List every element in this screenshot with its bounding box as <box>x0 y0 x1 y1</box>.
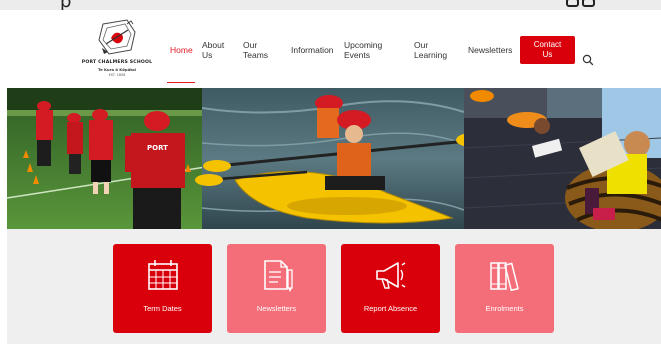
nav-home[interactable]: Home <box>170 45 193 55</box>
top-strip-icon[interactable] <box>566 0 579 7</box>
school-subtitle: Te Kura ō Kōpūtai <box>98 67 136 72</box>
top-strip-icon[interactable] <box>582 0 595 7</box>
calendar-icon <box>148 260 178 290</box>
quick-link-label: Report Absence <box>363 304 418 313</box>
nav-newsletters[interactable]: Newsletters <box>468 45 512 55</box>
quick-links-section: Term Dates Newsletters Report Absence En… <box>7 229 661 344</box>
nav-our-teams-line1: Our <box>243 40 258 50</box>
nav-about-us[interactable]: About Us <box>202 40 224 60</box>
nav-about-us-line2: Us <box>202 50 213 60</box>
books-icon <box>490 262 519 292</box>
nav-information[interactable]: Information <box>291 45 334 55</box>
school-crest-icon <box>98 19 136 55</box>
quick-link-term-dates[interactable]: Term Dates <box>113 244 212 333</box>
nav-our-learning-line1: Our <box>414 40 429 50</box>
contact-us-line1: Contact <box>533 40 562 49</box>
quick-link-label: Term Dates <box>143 304 182 313</box>
hero-shirt-text: PORT <box>147 144 168 152</box>
top-strip-text: p <box>60 0 71 10</box>
nav-upcoming-events-line2: Events <box>344 50 370 60</box>
nav-active-underline <box>167 82 195 83</box>
nav-our-teams-line2: Teams <box>243 50 269 60</box>
quick-link-label: Enrolments <box>485 304 524 313</box>
megaphone-icon <box>376 262 406 289</box>
nav-about-us-line1: About <box>202 40 225 50</box>
quick-link-enrolments[interactable]: Enrolments <box>455 244 554 333</box>
hero-banner: PORT <box>7 88 661 229</box>
document-pencil-icon <box>264 260 293 292</box>
school-est: EST. 1856 <box>108 73 126 77</box>
quick-link-newsletters[interactable]: Newsletters <box>227 244 326 333</box>
hero-collage-image: PORT <box>7 88 661 229</box>
search-icon[interactable] <box>582 54 594 66</box>
nav-our-learning[interactable]: Our Learning <box>414 40 447 60</box>
nav-our-teams[interactable]: Our Teams <box>243 40 268 60</box>
nav-upcoming-events-line1: Upcoming <box>344 40 383 50</box>
contact-us-button[interactable]: Contact Us <box>520 36 575 64</box>
quick-link-report-absence[interactable]: Report Absence <box>341 244 440 333</box>
quick-link-label: Newsletters <box>256 304 297 313</box>
school-name: PORT CHALMERS SCHOOL <box>81 60 153 65</box>
top-strip: p <box>0 0 661 10</box>
site-header: PORT CHALMERS SCHOOL Te Kura ō Kōpūtai E… <box>0 10 661 88</box>
contact-us-line2: Us <box>542 50 553 59</box>
nav-our-learning-line2: Learning <box>414 50 448 60</box>
school-logo[interactable]: PORT CHALMERS SCHOOL Te Kura ō Kōpūtai E… <box>75 18 159 82</box>
nav-upcoming-events[interactable]: Upcoming Events <box>344 40 382 60</box>
